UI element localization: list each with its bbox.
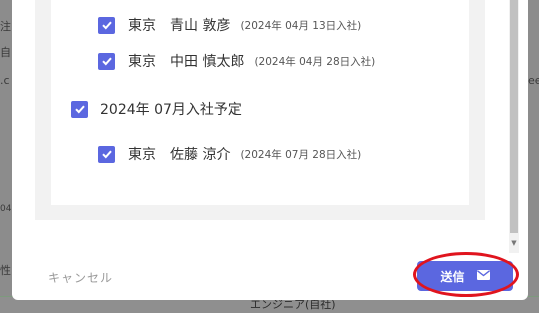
checkbox-checked-icon[interactable]: [71, 100, 88, 118]
checkbox-checked-icon[interactable]: [98, 52, 115, 70]
send-button[interactable]: 送信: [417, 261, 513, 291]
list-item[interactable]: 東京 佐藤 涼介 (2024年 07月 28日入社): [98, 144, 361, 164]
checkbox-checked-icon[interactable]: [98, 16, 115, 34]
list-item[interactable]: 東京 中田 慎太郎 (2024年 04月 28日入社): [98, 51, 375, 71]
join-date: (2024年 04月 28日入社): [254, 55, 376, 68]
scroll-down-icon[interactable]: ▼: [509, 238, 519, 248]
scrollbar-thumb[interactable]: [510, 0, 518, 233]
group-label: 2024年 07月入社予定: [100, 102, 242, 118]
mail-icon: [476, 269, 490, 283]
scrollbar[interactable]: ▼: [509, 0, 519, 253]
background-text-fragment: 注: [0, 20, 11, 33]
background-text-fragment: ee: [528, 74, 539, 87]
join-date: (2024年 07月 28日入社): [240, 148, 362, 161]
cancel-button[interactable]: キャンセル: [48, 269, 113, 286]
person-name: 東京 佐藤 涼介: [128, 147, 231, 163]
background-text-fragment: 04: [0, 204, 12, 214]
list-item[interactable]: 東京 青山 敦彦 (2024年 04月 13日入社): [98, 15, 361, 35]
background-text-fragment: 性: [0, 264, 11, 277]
group-item[interactable]: 2024年 07月入社予定: [71, 99, 242, 119]
content-panel: 東京 青山 敦彦 (2024年 04月 13日入社) 東京 中田 慎太郎 (2024…: [35, 0, 485, 220]
recipient-card: 東京 青山 敦彦 (2024年 04月 13日入社) 東京 中田 慎太郎 (2024…: [51, 0, 469, 205]
person-name: 東京 青山 敦彦: [128, 18, 231, 34]
background-text-fragment: .c: [0, 74, 10, 87]
send-button-label: 送信: [440, 269, 465, 284]
send-dialog: 東京 青山 敦彦 (2024年 04月 13日入社) 東京 中田 慎太郎 (2024…: [12, 0, 528, 300]
background-text-fragment: 自: [0, 46, 11, 59]
person-name: 東京 中田 慎太郎: [128, 54, 245, 70]
join-date: (2024年 04月 13日入社): [240, 19, 362, 32]
checkbox-checked-icon[interactable]: [98, 145, 115, 163]
